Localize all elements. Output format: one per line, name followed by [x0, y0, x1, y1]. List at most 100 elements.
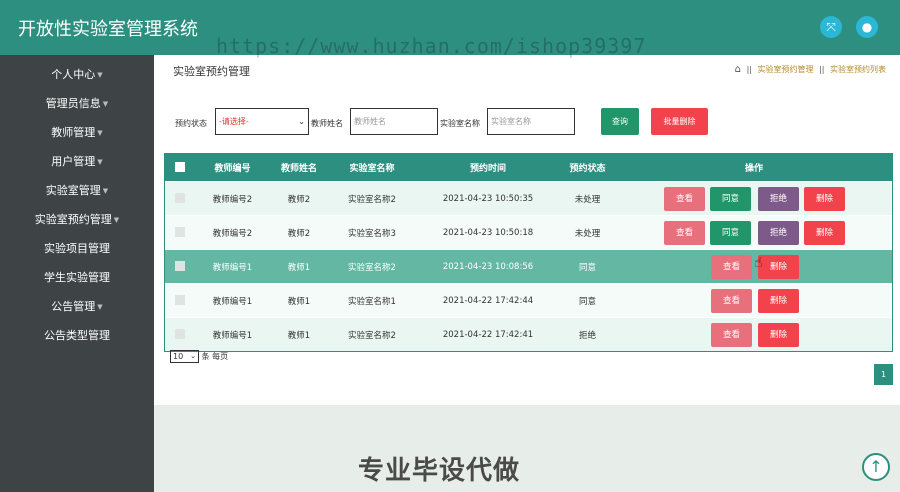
cell-time: 2021-04-23 10:50:18 [442, 227, 534, 238]
reservation-table: 教师编号 教师姓名 实验室名称 预约时间 预约状态 操作 教师编号2 教师2 实验室… [164, 153, 893, 352]
header-teacher-no: 教师编号 [214, 164, 251, 174]
sidebar-item[interactable]: 实验室管理 ▼ [0, 177, 154, 205]
cell-lab-name: 实验室名称1 [348, 296, 396, 307]
sidebar-item[interactable]: 教师管理 ▼ [0, 119, 154, 147]
cell-teacher-no: 教师编号2 [212, 228, 253, 239]
cell-teacher-name: 教师2 [287, 228, 311, 239]
row-checkbox[interactable] [175, 261, 185, 271]
expand-icon[interactable]: ⤧ [820, 16, 842, 38]
delete-button[interactable]: 删除 [758, 289, 799, 313]
lab-name-input[interactable]: 实验室名称 [487, 108, 575, 135]
sidebar-item[interactable]: 实验室预约管理 ▼ [0, 206, 154, 234]
select-all-checkbox[interactable] [175, 162, 185, 172]
sidebar-item-label: 个人中心 [51, 68, 96, 81]
status-select-value: -请选择- [219, 117, 249, 126]
table-row: 教师编号2 教师2 实验室名称2 2021-04-23 10:50:35 未处理 查看 同意… [165, 181, 892, 215]
teacher-name-input[interactable]: 教师姓名 [350, 108, 438, 135]
cell-status: 未处理 [574, 194, 601, 205]
pointer-cursor-icon: ☝ [754, 255, 763, 271]
cell-teacher-no: 教师编号2 [212, 194, 253, 205]
sidebar-item[interactable]: 学生实验管理 [0, 264, 154, 292]
breadcrumb-level2[interactable]: 实验室预约列表 [830, 65, 886, 74]
view-button[interactable]: 查看 [711, 289, 752, 313]
caret-down-icon: ▼ [97, 158, 103, 166]
sidebar-item[interactable]: 个人中心 ▼ [0, 61, 154, 89]
table-row: 教师编号1 教师1 实验室名称2 2021-04-22 17:42:41 拒绝 查看 删除 [165, 317, 892, 351]
view-button[interactable]: 查看 [664, 221, 705, 245]
caret-down-icon: ▼ [113, 216, 120, 224]
row-checkbox[interactable] [175, 295, 185, 305]
cell-status: 同意 [578, 262, 596, 273]
sidebar-item-label: 实验室管理 [45, 184, 101, 197]
cell-time: 2021-04-23 10:50:35 [442, 193, 534, 204]
status-select[interactable]: -请选择- ⌄ [215, 108, 309, 135]
cell-time: 2021-04-22 17:42:44 [442, 295, 534, 306]
app-title: 开放性实验室管理系统 [18, 19, 198, 40]
cell-teacher-name: 教师1 [287, 296, 311, 307]
reject-button[interactable]: 拒绝 [758, 187, 799, 211]
status-filter-label: 预约状态 [175, 119, 207, 128]
cell-lab-name: 实验室名称2 [348, 330, 396, 341]
breadcrumb-separator: || [746, 65, 752, 74]
cell-status: 拒绝 [578, 330, 596, 341]
breadcrumb-level1[interactable]: 实验室预约管理 [758, 65, 814, 74]
agree-button[interactable]: 同意 [710, 187, 751, 211]
footer-band [154, 405, 900, 492]
cell-lab-name: 实验室名称2 [348, 194, 396, 205]
reject-button[interactable]: 拒绝 [758, 221, 799, 245]
view-button[interactable]: 查看 [711, 255, 752, 279]
table-row: 教师编号1 教师1 实验室名称2 2021-04-23 10:08:56 同意 查看 删除 [165, 249, 892, 283]
cell-time: 2021-04-23 10:08:56 [442, 261, 534, 272]
view-button[interactable]: 查看 [711, 323, 752, 347]
sidebar-item[interactable]: 管理员信息 ▼ [0, 90, 154, 118]
sidebar-item-label: 公告管理 [51, 300, 96, 313]
caret-down-icon: ▼ [97, 71, 103, 79]
cell-teacher-name: 教师1 [287, 262, 311, 273]
sidebar-item-label: 学生实验管理 [44, 271, 110, 284]
sidebar-item-label: 管理员信息 [45, 97, 101, 110]
chevron-down-icon: ⌄ [298, 117, 305, 126]
page-size-value: 10 [173, 352, 184, 361]
delete-button[interactable]: 删除 [804, 187, 845, 211]
header-time: 预约时间 [469, 164, 506, 174]
cell-status: 同意 [578, 296, 596, 307]
header-teacher-name: 教师姓名 [280, 164, 317, 174]
header-actions: 操作 [744, 164, 763, 174]
cell-teacher-name: 教师1 [287, 330, 311, 341]
page-size-select[interactable]: 10 ⌄ [170, 350, 199, 363]
view-button[interactable]: 查看 [664, 187, 705, 211]
page-number-button[interactable]: 1 [874, 364, 893, 385]
caret-down-icon: ▼ [97, 129, 103, 137]
row-checkbox[interactable] [175, 329, 185, 339]
user-icon[interactable]: ● [856, 16, 878, 38]
teacher-filter-label: 教师姓名 [311, 119, 343, 128]
delete-button[interactable]: 删除 [804, 221, 845, 245]
table-row: 教师编号2 教师2 实验室名称3 2021-04-23 10:50:18 未处理 查看 同意… [165, 215, 892, 249]
sidebar-item[interactable]: 公告管理 ▼ [0, 293, 154, 321]
agree-button[interactable]: 同意 [710, 221, 751, 245]
delete-button[interactable]: 删除 [758, 323, 799, 347]
sidebar-item[interactable]: 实验项目管理 [0, 235, 154, 263]
delete-button[interactable]: 删除 [758, 255, 799, 279]
query-button[interactable]: 查询 [601, 108, 639, 135]
cell-lab-name: 实验室名称2 [348, 262, 396, 273]
sidebar-item[interactable]: 用户管理 ▼ [0, 148, 154, 176]
sidebar-item-label: 实验项目管理 [44, 242, 110, 255]
row-checkbox[interactable] [175, 227, 185, 237]
table-header: 教师编号 教师姓名 实验室名称 预约时间 预约状态 操作 [165, 154, 892, 181]
cell-teacher-name: 教师2 [287, 194, 311, 205]
cell-teacher-no: 教师编号1 [212, 296, 253, 307]
arrow-up-icon[interactable]: ↑ [862, 453, 890, 481]
chevron-down-icon: ⌄ [190, 352, 196, 360]
batch-delete-button[interactable]: 批量删除 [651, 108, 708, 135]
page-title: 实验室预约管理 [173, 65, 250, 78]
row-checkbox[interactable] [175, 193, 185, 203]
cell-lab-name: 实验室名称3 [348, 228, 396, 239]
sidebar-item[interactable]: 公告类型管理 [0, 322, 154, 350]
page-size-row: 10 ⌄ 条 每页 [170, 350, 228, 363]
caret-down-icon: ▼ [102, 100, 109, 108]
cell-status: 未处理 [574, 228, 601, 239]
header-status: 预约状态 [569, 164, 606, 174]
home-icon[interactable]: ⌂ [735, 64, 741, 75]
caret-down-icon: ▼ [97, 303, 103, 311]
